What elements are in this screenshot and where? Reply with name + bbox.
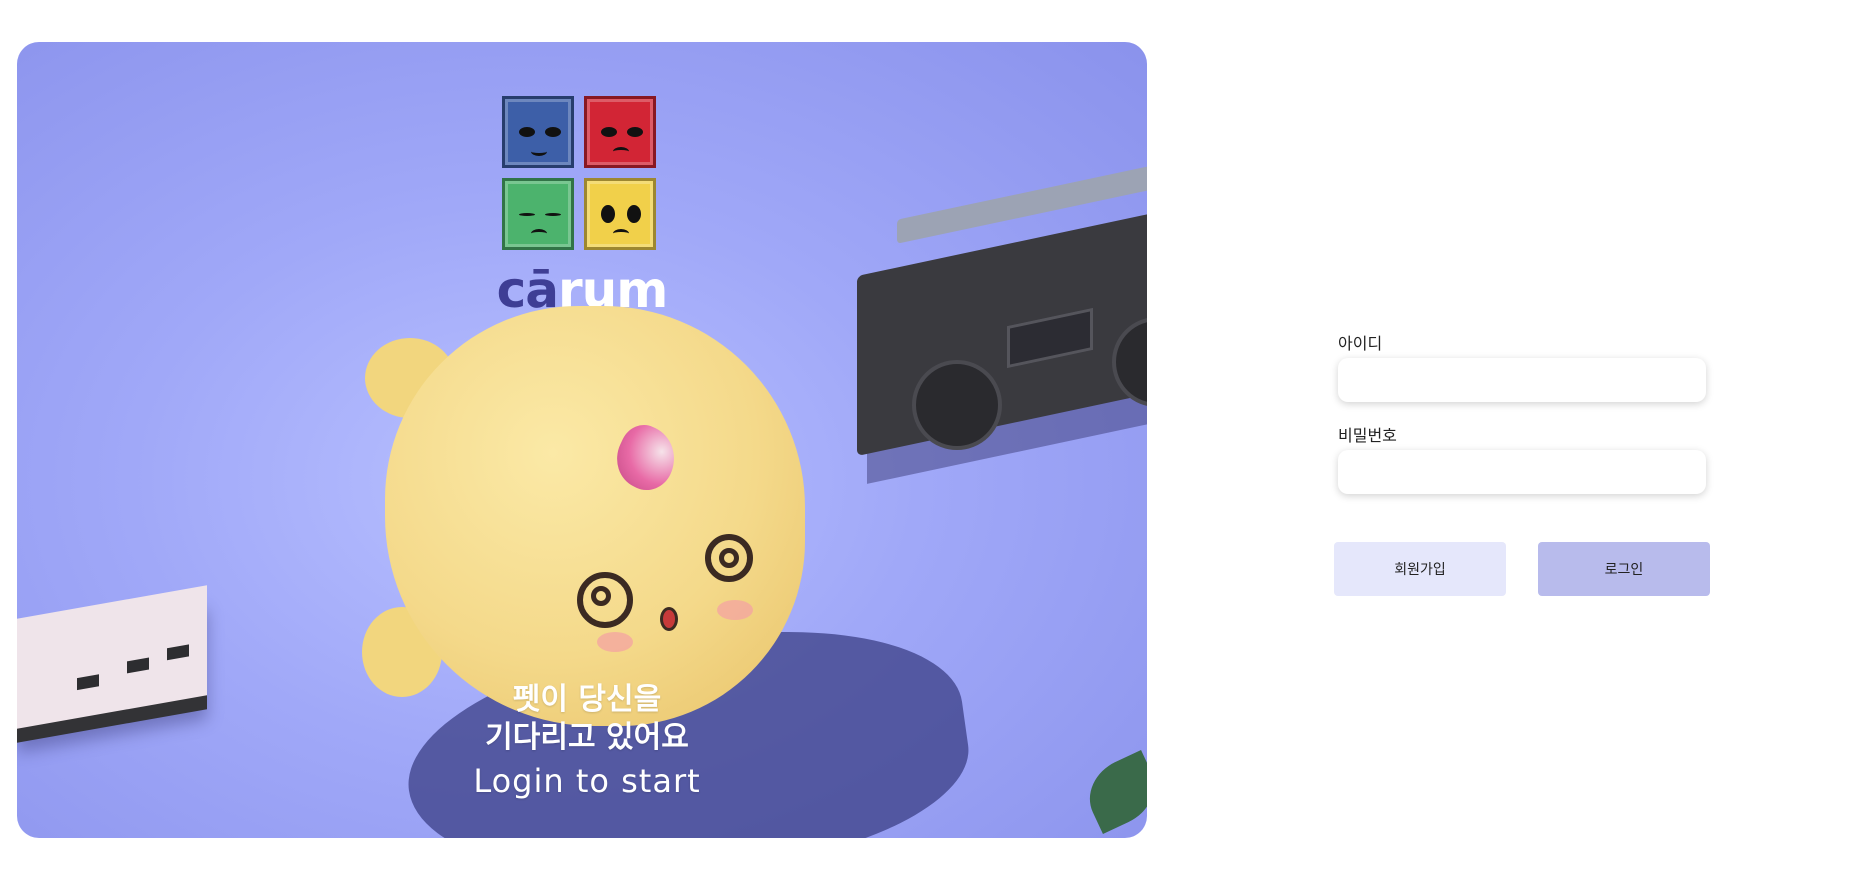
eye (545, 213, 561, 216)
password-input[interactable] (1338, 450, 1706, 494)
cable-box-slot (127, 657, 149, 674)
character-spiral-eye (705, 534, 753, 582)
hero-panel: cārum 펫이 당신을 기다리고 있어요 Login to start (17, 42, 1147, 838)
id-input[interactable] (1338, 358, 1706, 402)
eye (519, 127, 535, 137)
password-label: 비밀번호 (1338, 426, 1397, 445)
character-spiral-eye (577, 572, 633, 628)
mouth (531, 147, 547, 156)
hero-login-prompt: Login to start (473, 762, 701, 800)
eye (627, 127, 643, 137)
eye (601, 205, 615, 223)
id-field-group: 아이디 (1338, 330, 1718, 402)
character-cheek (717, 600, 753, 620)
mouth (531, 229, 547, 238)
pet-character (385, 306, 805, 726)
mouth (613, 229, 629, 238)
carum-logo-tiles (502, 96, 662, 256)
happy-face-tile (584, 178, 656, 250)
cable-box-slot (167, 644, 189, 661)
sad-face-tile (502, 96, 574, 168)
boombox-speaker (912, 360, 1002, 450)
angry-face-tile (584, 96, 656, 168)
id-label: 아이디 (1338, 334, 1383, 353)
character-mouth (660, 607, 678, 631)
hero-message-line2: 기다리고 있어요 (485, 720, 689, 755)
eye (627, 205, 641, 223)
cable-box-slot (77, 674, 99, 691)
plant-illustration (1077, 750, 1147, 834)
calm-face-tile (502, 178, 574, 250)
character-cheek (597, 632, 633, 652)
boombox-illustration (857, 207, 1147, 457)
eye (545, 127, 561, 137)
eye (601, 127, 617, 137)
login-button[interactable]: 로그인 (1538, 542, 1710, 596)
form-button-row: 회원가입 로그인 (1334, 542, 1710, 596)
mouth (613, 147, 629, 156)
signup-button[interactable]: 회원가입 (1334, 542, 1506, 596)
password-field-group: 비밀번호 (1338, 422, 1718, 494)
login-form: 아이디 비밀번호 (1338, 330, 1718, 514)
cable-box-illustration (17, 585, 207, 729)
eye (519, 213, 535, 216)
